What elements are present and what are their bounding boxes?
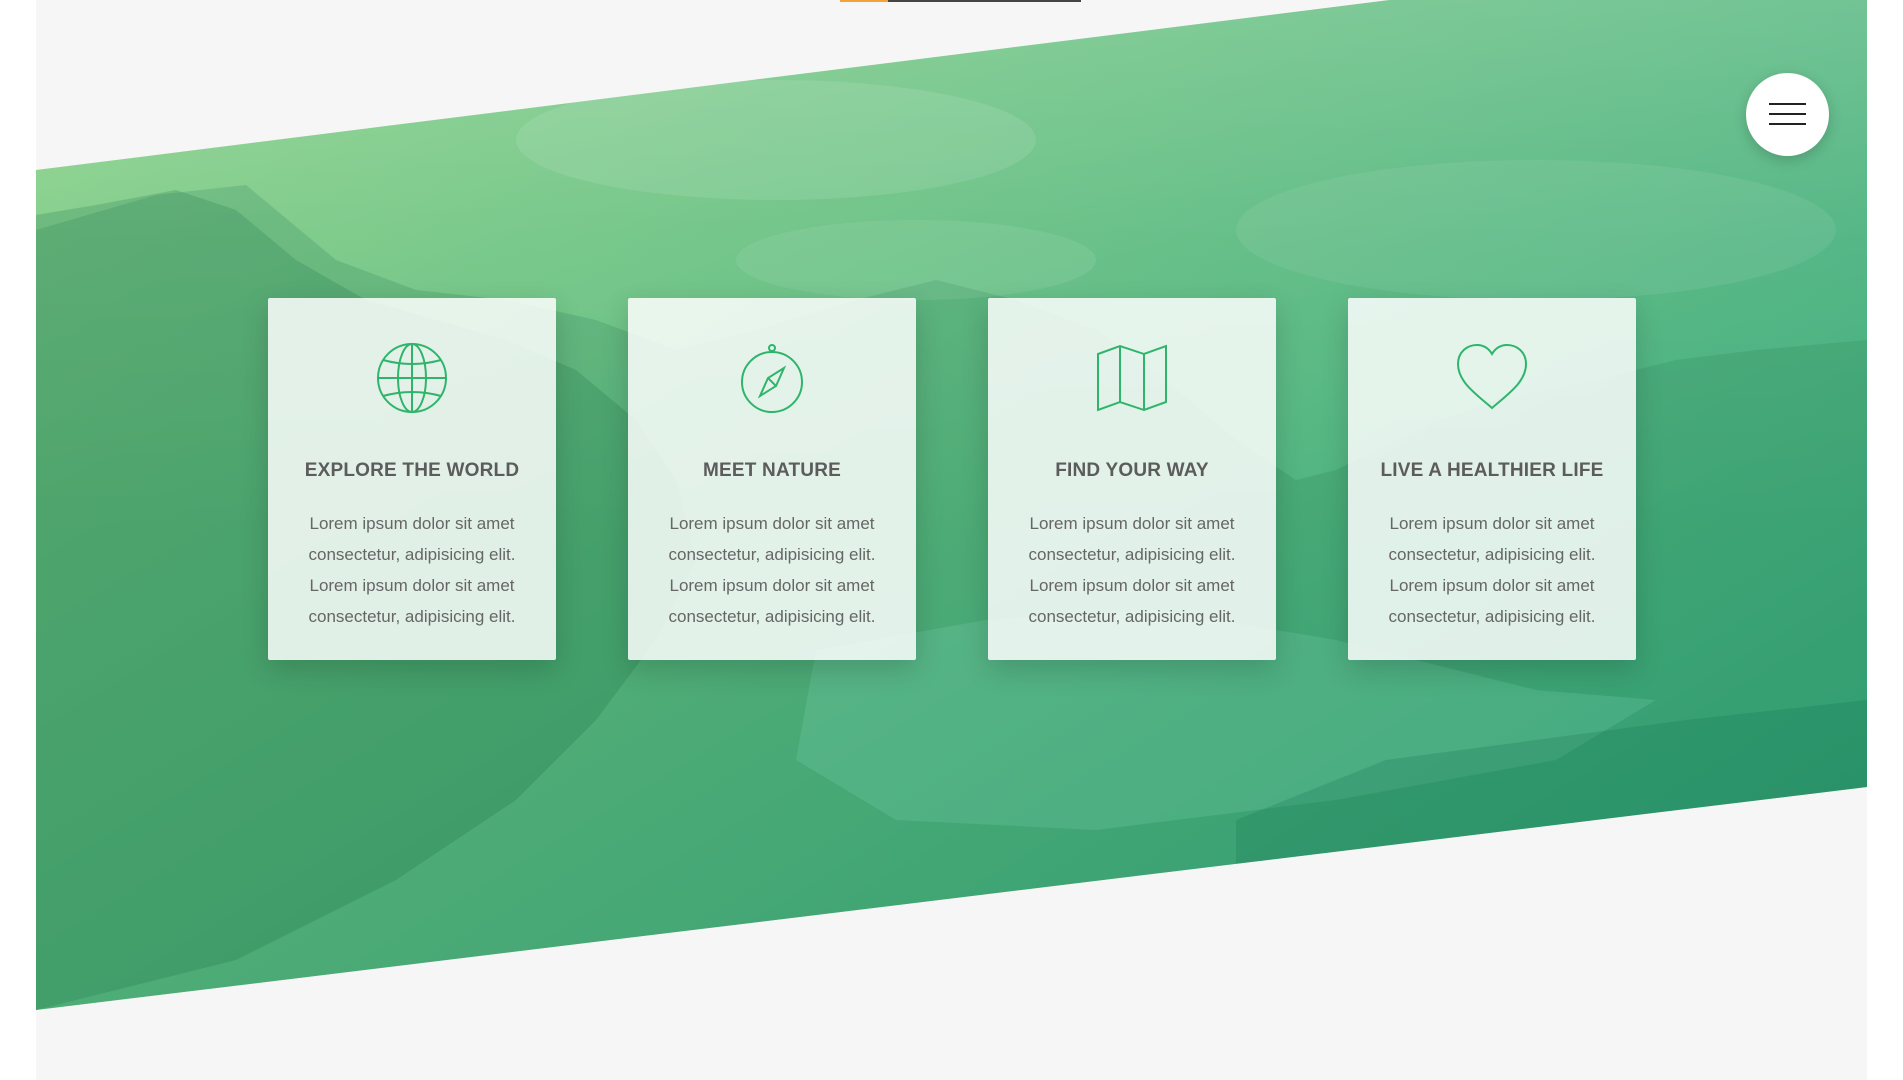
- menu-button[interactable]: [1746, 73, 1829, 156]
- features-grid: EXPLORE THE WORLD Lorem ipsum dolor sit …: [268, 298, 1678, 660]
- feature-card-meet-nature: MEET NATURE Lorem ipsum dolor sit amet c…: [628, 298, 916, 660]
- feature-text: Lorem ipsum dolor sit amet consectetur, …: [308, 514, 516, 626]
- feature-title: LIVE A HEALTHIER LIFE: [1380, 460, 1604, 481]
- feature-title: FIND YOUR WAY: [1055, 460, 1209, 481]
- menu-icon-bar-top: [1769, 103, 1806, 105]
- map-icon: [1096, 342, 1168, 414]
- feature-title: EXPLORE THE WORLD: [304, 460, 520, 481]
- compass-icon: [736, 342, 808, 414]
- menu-icon-bar-bottom: [1769, 123, 1806, 125]
- feature-text: Lorem ipsum dolor sit amet consectetur, …: [668, 514, 876, 626]
- feature-text: Lorem ipsum dolor sit amet consectetur, …: [1028, 514, 1236, 626]
- menu-icon-bar-middle: [1769, 113, 1806, 115]
- page: EXPLORE THE WORLD Lorem ipsum dolor sit …: [36, 0, 1867, 1080]
- feature-card-live-a-healthier-life: LIVE A HEALTHIER LIFE Lorem ipsum dolor …: [1348, 298, 1636, 660]
- feature-title: MEET NATURE: [702, 460, 841, 481]
- feature-card-find-your-way: FIND YOUR WAY Lorem ipsum dolor sit amet…: [988, 298, 1276, 660]
- feature-text: Lorem ipsum dolor sit amet consectetur, …: [1388, 514, 1596, 626]
- heart-icon: [1456, 342, 1528, 414]
- globe-icon: [376, 342, 448, 414]
- feature-card-explore-the-world: EXPLORE THE WORLD Lorem ipsum dolor sit …: [268, 298, 556, 660]
